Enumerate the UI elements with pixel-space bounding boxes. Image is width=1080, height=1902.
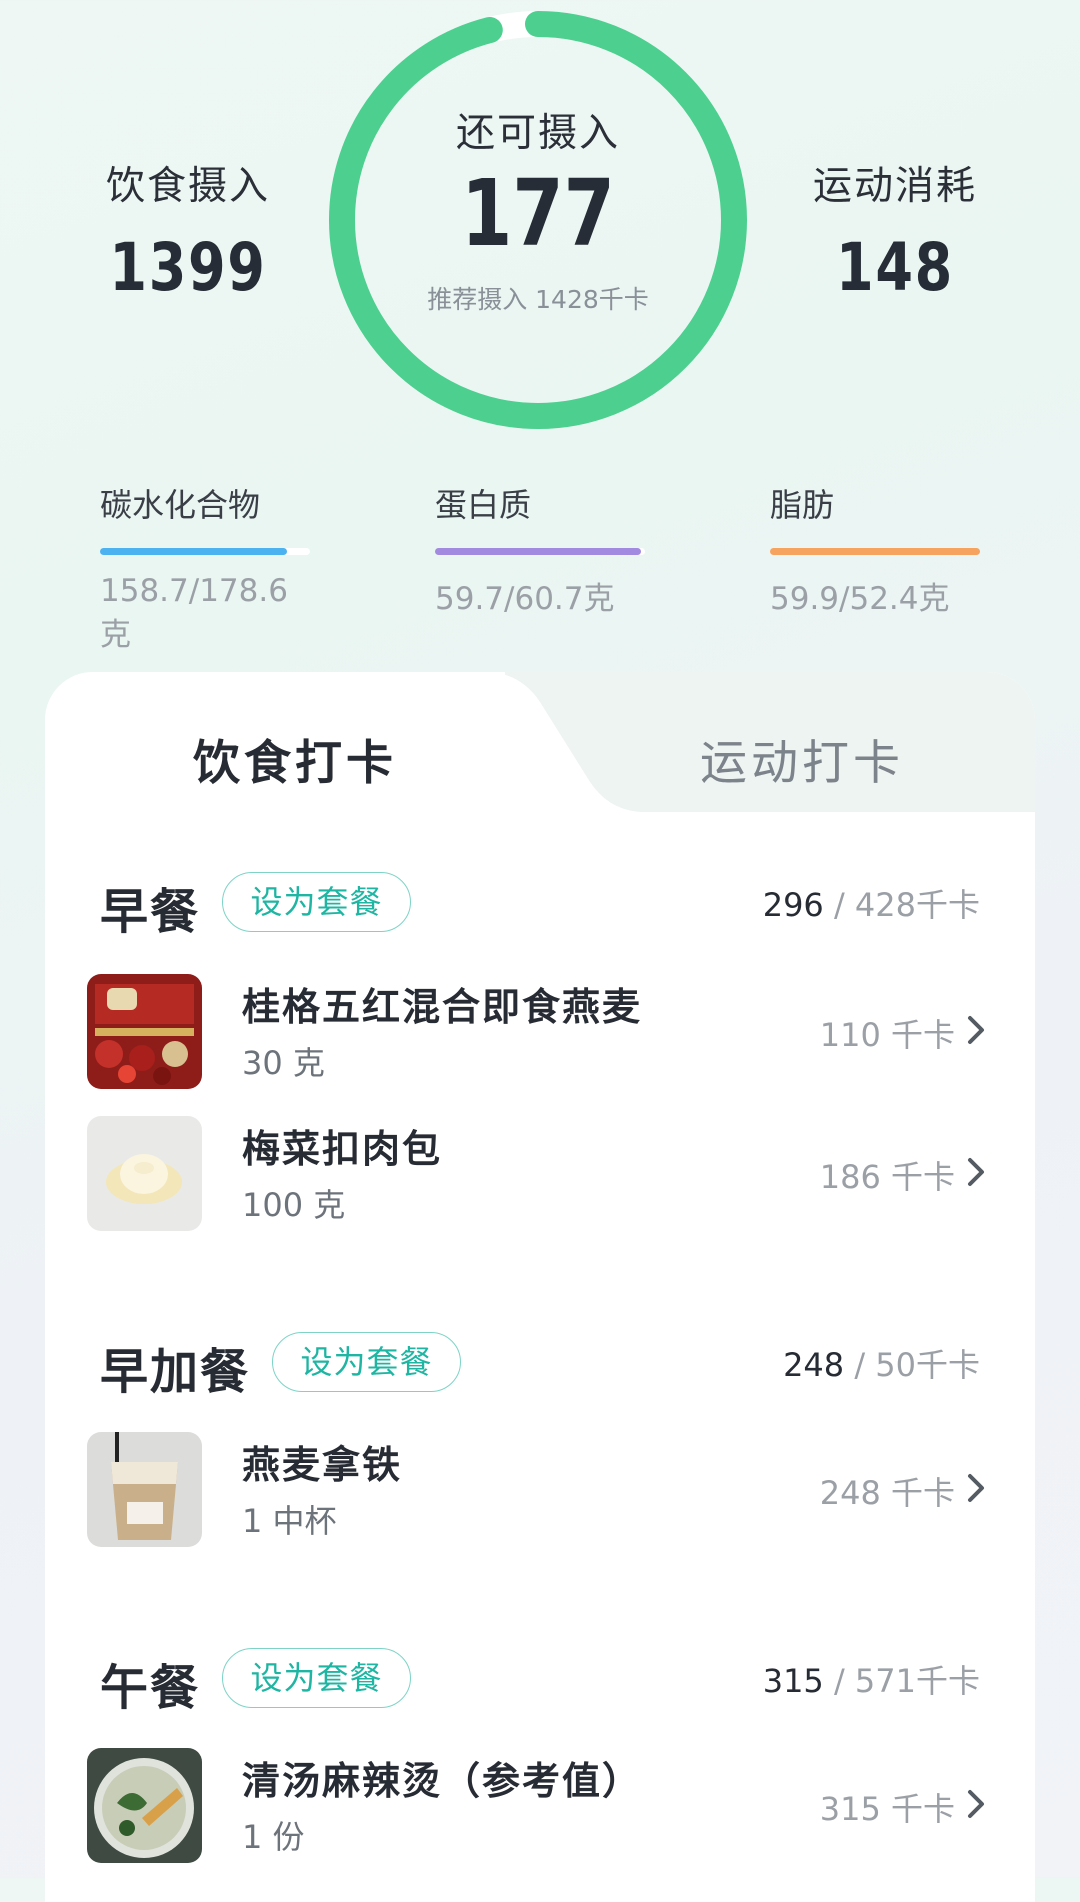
food-name: 清汤麻辣烫（参考值） bbox=[242, 1759, 643, 1803]
exercise-stat: 运动消耗 148 bbox=[800, 155, 990, 306]
macro-label: 脂肪 bbox=[770, 486, 835, 524]
malatang-bowl-image bbox=[87, 1748, 202, 1863]
oatmeal-package-image bbox=[87, 974, 202, 1089]
meal-title: 早餐 bbox=[100, 884, 201, 940]
food-quantity: 100 克 bbox=[242, 1186, 346, 1224]
macro-progress-bar bbox=[100, 548, 310, 555]
chevron-right-icon bbox=[968, 1474, 984, 1502]
meal-calorie-total: 315 / 571千卡 bbox=[762, 1662, 980, 1700]
food-calories: 315 千卡 bbox=[819, 1790, 955, 1828]
macro-value: 59.9/52.4克 bbox=[770, 581, 950, 617]
set-combo-button[interactable]: 设为套餐 bbox=[222, 872, 411, 932]
macro-progress-bar bbox=[435, 548, 645, 555]
food-item[interactable]: 梅菜扣肉包 100 克 186 千卡 bbox=[45, 1116, 1035, 1231]
exercise-value: 148 bbox=[836, 229, 954, 306]
food-quantity: 30 克 bbox=[242, 1044, 325, 1082]
macro-label: 碳水化合物 bbox=[100, 486, 261, 524]
recommended-intake: 推荐摄入 1428千卡 bbox=[427, 285, 649, 314]
meal-title: 午餐 bbox=[100, 1660, 201, 1716]
food-calories: 248 千卡 bbox=[819, 1474, 955, 1512]
tab-diet-checkin[interactable]: 饮食打卡 bbox=[193, 724, 397, 793]
food-name: 梅菜扣肉包 bbox=[242, 1127, 443, 1171]
food-item[interactable]: 桂格五红混合即食燕麦 30 克 110 千卡 bbox=[45, 974, 1035, 1089]
set-combo-button[interactable]: 设为套餐 bbox=[222, 1648, 411, 1708]
macro-label: 蛋白质 bbox=[435, 486, 532, 524]
tab-exercise-checkin[interactable]: 运动打卡 bbox=[700, 724, 904, 793]
macro-carbs: 碳水化合物 158.7/178.6克 bbox=[100, 480, 310, 654]
meal-target: 50千卡 bbox=[875, 1346, 980, 1384]
macro-value: 158.7/178.6克 bbox=[100, 573, 288, 653]
meal-calorie-total: 296 / 428千卡 bbox=[762, 886, 980, 924]
remaining-display: 还可摄入 177 推荐摄入 1428千卡 bbox=[328, 10, 748, 430]
food-calories: 110 千卡 bbox=[819, 1016, 955, 1054]
remaining-label: 还可摄入 bbox=[455, 111, 620, 156]
latte-cup-image bbox=[87, 1432, 202, 1547]
meal-target: 571千卡 bbox=[854, 1662, 980, 1700]
meal-calorie-total: 248 / 50千卡 bbox=[783, 1346, 980, 1384]
exercise-label: 运动消耗 bbox=[812, 164, 977, 209]
meal-target: 428千卡 bbox=[854, 886, 980, 924]
diet-intake-stat: 饮食摄入 1399 bbox=[88, 155, 288, 306]
diet-intake-label: 饮食摄入 bbox=[105, 164, 270, 209]
macro-value: 59.7/60.7克 bbox=[435, 581, 615, 617]
food-quantity: 1 份 bbox=[242, 1818, 305, 1856]
food-quantity: 1 中杯 bbox=[242, 1502, 337, 1540]
remaining-value: 177 bbox=[461, 160, 615, 267]
food-name: 桂格五红混合即食燕麦 bbox=[242, 985, 643, 1029]
food-item[interactable]: 燕麦拿铁 1 中杯 248 千卡 bbox=[45, 1432, 1035, 1547]
meal-title: 早加餐 bbox=[100, 1344, 251, 1400]
chevron-right-icon bbox=[968, 1158, 984, 1186]
food-item[interactable]: 清汤麻辣烫（参考值） 1 份 315 千卡 bbox=[45, 1748, 1035, 1863]
macro-protein: 蛋白质 59.7/60.7克 bbox=[435, 480, 645, 618]
steamed-bun-image bbox=[87, 1116, 202, 1231]
diet-intake-value: 1399 bbox=[109, 229, 267, 306]
food-name: 燕麦拿铁 bbox=[242, 1443, 403, 1487]
meal-eaten: 296 bbox=[762, 886, 824, 924]
meal-eaten: 248 bbox=[783, 1346, 845, 1384]
macro-fat: 脂肪 59.9/52.4克 bbox=[770, 480, 980, 618]
meal-eaten: 315 bbox=[762, 1662, 824, 1700]
macro-progress-fill bbox=[435, 548, 641, 555]
macro-progress-fill bbox=[100, 548, 287, 555]
chevron-right-icon bbox=[968, 1790, 984, 1818]
macro-progress-bar bbox=[770, 548, 980, 555]
macro-progress-fill bbox=[770, 548, 980, 555]
checkin-card: 饮食打卡 运动打卡 早餐 设为套餐 296 / 428千卡 桂格五红混合即食燕麦… bbox=[45, 672, 1035, 1902]
set-combo-button[interactable]: 设为套餐 bbox=[272, 1332, 461, 1392]
chevron-right-icon bbox=[968, 1016, 984, 1044]
food-calories: 186 千卡 bbox=[819, 1158, 955, 1196]
